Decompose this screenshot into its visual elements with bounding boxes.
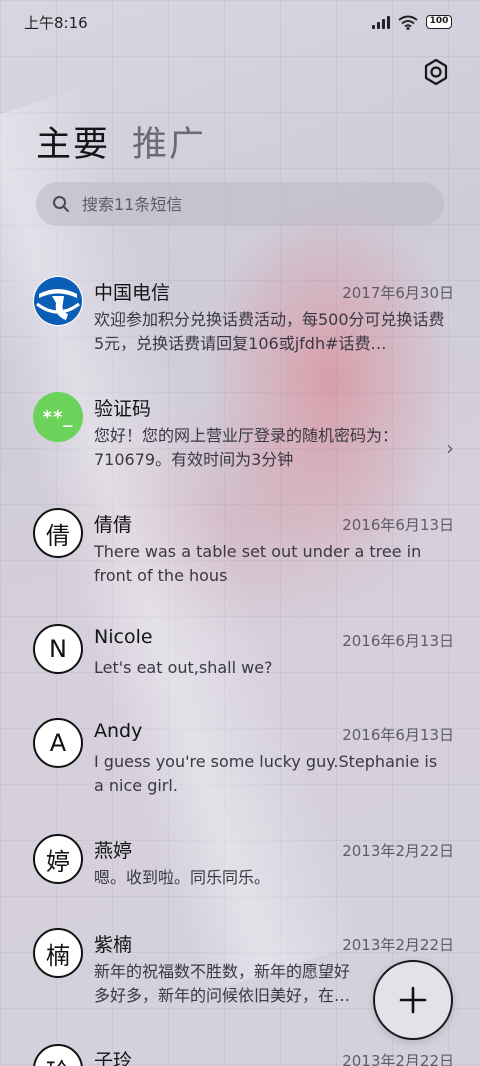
search-icon (53, 196, 69, 212)
status-bar: 上午8:16 100 (0, 0, 480, 44)
china-telecom-logo (33, 276, 83, 326)
gear-icon (424, 58, 448, 86)
message-sender: 验证码 (94, 398, 152, 420)
battery-indicator: 100 (426, 15, 452, 29)
message-preview: 新年的祝福数不胜数，新年的愿望好多好多，新年的问候依旧美好，在这个温馨的 (94, 962, 351, 1005)
message-item[interactable]: 倩 倩倩 2016年6月13日 There was a table set ou… (0, 494, 480, 610)
message-date: 2016年6月13日 (342, 516, 454, 534)
message-sender: Nicole (94, 626, 153, 648)
tab-promotions[interactable]: 推广 (132, 116, 206, 167)
message-sender: 子玲 (94, 1050, 133, 1066)
message-item[interactable]: N Nicole 2016年6月13日 Let's eat out,shall … (0, 610, 480, 704)
tab-main[interactable]: 主要 (36, 116, 110, 167)
message-sender: 中国电信 (94, 282, 171, 304)
plus-icon (399, 986, 427, 1014)
message-date: 2013年2月22日 (342, 842, 454, 860)
message-sender: 燕婷 (94, 840, 133, 862)
avatar: N (33, 624, 83, 674)
message-date: 2016年6月13日 (342, 726, 454, 744)
message-date: 2013年2月22日 (342, 936, 454, 954)
avatar: 楠 (33, 928, 83, 978)
new-message-button[interactable] (373, 960, 453, 1040)
avatar: 倩 (33, 508, 83, 558)
avatar: A (33, 718, 83, 768)
message-item[interactable]: 中国电信 2017年6月30日 欢迎参加积分兑换话费活动，每500分可兑换话费5… (0, 262, 480, 378)
settings-button[interactable] (420, 56, 452, 88)
wifi-icon (398, 15, 418, 30)
message-date: 2016年6月13日 (342, 632, 454, 650)
verification-code-avatar: **_ (33, 392, 83, 442)
message-preview: Let's eat out,shall we? (94, 658, 273, 677)
search-input[interactable] (82, 194, 402, 214)
message-preview: 欢迎参加积分兑换话费活动，每500分可兑换话费5元，兑换话费请回复106或jfd… (94, 310, 445, 353)
search-bar[interactable] (36, 182, 444, 226)
message-preview: 您好！您的网上营业厅登录的随机密码为：710679。有效时间为3分钟 (94, 426, 399, 469)
message-sender: 紫楠 (94, 934, 133, 956)
avatar: 婷 (33, 834, 83, 884)
message-preview: I guess you're some lucky guy.Stephanie … (94, 752, 438, 795)
tab-bar: 主要 推广 (36, 116, 206, 167)
status-icons: 100 (372, 15, 452, 30)
message-item[interactable]: 婷 燕婷 2013年2月22日 嗯。收到啦。同乐同乐。 (0, 820, 480, 914)
status-time: 上午8:16 (24, 13, 88, 32)
message-item[interactable]: **_ 验证码 您好！您的网上营业厅登录的随机密码为：710679。有效时间为3… (0, 378, 480, 494)
message-preview: 嗯。收到啦。同乐同乐。 (94, 868, 271, 887)
message-date: 2013年2月22日 (342, 1052, 454, 1066)
signal-icon (372, 15, 390, 29)
avatar: 玲 (33, 1044, 83, 1066)
message-sender: 倩倩 (94, 514, 133, 536)
message-preview: There was a table set out under a tree i… (94, 542, 422, 585)
message-item[interactable]: A Andy 2016年6月13日 I guess you're some lu… (0, 704, 480, 820)
message-date: 2017年6月30日 (342, 284, 454, 302)
chevron-right-icon: › (446, 436, 454, 460)
message-sender: Andy (94, 720, 143, 742)
